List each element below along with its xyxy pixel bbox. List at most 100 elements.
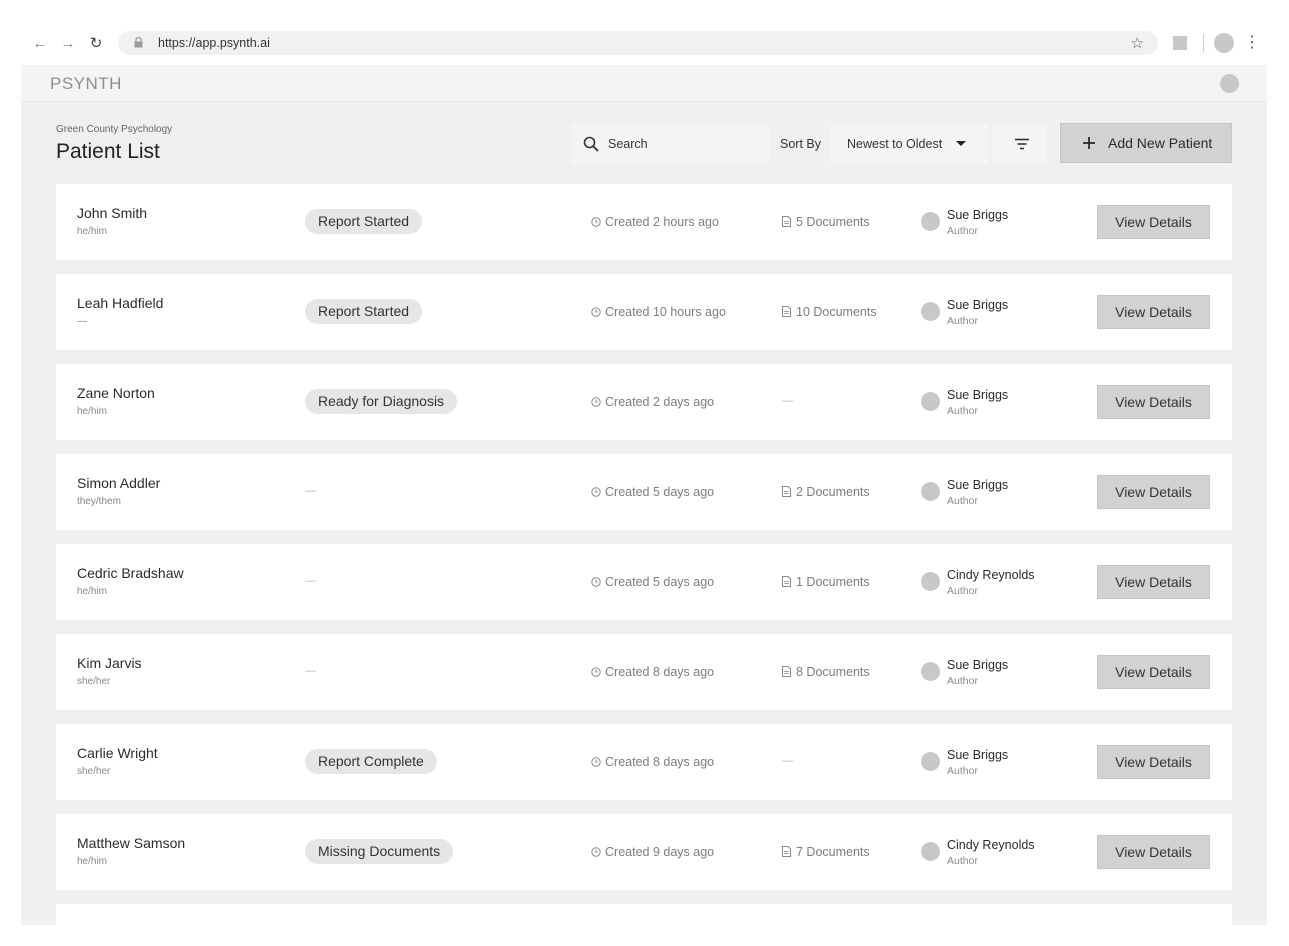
forward-arrow-icon[interactable]: → <box>54 29 82 57</box>
status-badge: Report Started <box>305 299 423 324</box>
patient-row: Carlie Wright she/her Report Complete Cr… <box>56 724 1232 800</box>
patient-name[interactable]: Kim Jarvis <box>77 655 142 671</box>
patient-pronouns: he/him <box>77 856 108 867</box>
documents-text: 5 Documents <box>796 215 870 229</box>
author-name: Sue Briggs <box>947 658 1009 672</box>
app-logo[interactable]: PSYNTH <box>50 74 122 94</box>
browser-menu-icon[interactable]: ⋮ <box>1244 32 1260 52</box>
documents-text: 8 Documents <box>796 665 870 679</box>
clock-icon <box>591 577 601 587</box>
plus-icon <box>1083 137 1095 149</box>
view-details-button[interactable]: View Details <box>1097 385 1210 419</box>
author-name: Sue Briggs <box>947 478 1009 492</box>
status-badge: — <box>305 665 316 677</box>
patient-pronouns: — <box>77 316 87 327</box>
document-icon <box>782 846 791 857</box>
patient-row: John Smith he/him Report Started Created… <box>56 184 1232 260</box>
document-icon <box>782 216 791 227</box>
documents-count: 7 Documents <box>782 845 870 859</box>
documents-count: 2 Documents <box>782 485 870 499</box>
search-placeholder: Search <box>608 137 648 151</box>
user-avatar[interactable] <box>1220 74 1239 93</box>
author-avatar <box>921 752 940 771</box>
address-bar[interactable]: https://app.psynth.ai ☆ <box>118 31 1158 55</box>
app-header: PSYNTH <box>21 65 1267 102</box>
documents-text: — <box>782 755 793 767</box>
created-text: Created 10 hours ago <box>605 305 726 319</box>
author-role: Author <box>947 405 978 417</box>
patient-name[interactable]: Simon Addler <box>77 475 160 491</box>
documents-count: — <box>782 755 793 767</box>
url-text: https://app.psynth.ai <box>158 36 270 50</box>
lock-icon <box>134 37 143 48</box>
created-text: Created 5 days ago <box>605 485 715 499</box>
author-role: Author <box>947 675 978 687</box>
patient-name[interactable]: John Smith <box>77 205 147 221</box>
sort-dropdown[interactable]: Newest to Oldest <box>829 125 988 163</box>
view-details-button[interactable]: View Details <box>1097 835 1210 869</box>
patient-row: Leah Hadfield — Report Started Created 1… <box>56 274 1232 350</box>
patient-row-partial <box>56 904 1232 925</box>
documents-count: 1 Documents <box>782 575 870 589</box>
back-arrow-icon[interactable]: ← <box>26 29 54 57</box>
filter-button[interactable] <box>998 125 1046 163</box>
status-badge: — <box>305 485 316 497</box>
patient-name[interactable]: Carlie Wright <box>77 745 158 761</box>
document-icon <box>782 306 791 317</box>
documents-text: 2 Documents <box>796 485 870 499</box>
patient-pronouns: she/her <box>77 766 111 777</box>
toolbar-divider <box>1203 34 1204 52</box>
clock-icon <box>591 487 601 497</box>
caret-down-icon <box>956 141 966 146</box>
documents-count: 10 Documents <box>782 305 877 319</box>
author-avatar <box>921 662 940 681</box>
clock-icon <box>591 847 601 857</box>
patient-name[interactable]: Leah Hadfield <box>77 295 163 311</box>
created-time: Created 9 days ago <box>591 845 714 859</box>
view-details-button[interactable]: View Details <box>1097 745 1210 779</box>
view-details-button[interactable]: View Details <box>1097 565 1210 599</box>
patient-name[interactable]: Matthew Samson <box>77 835 185 851</box>
documents-text: 1 Documents <box>796 575 870 589</box>
extension-icon[interactable] <box>1173 36 1187 50</box>
patient-pronouns: they/them <box>77 496 121 507</box>
documents-text: 7 Documents <box>796 845 870 859</box>
created-time: Created 8 days ago <box>591 755 714 769</box>
add-new-patient-button[interactable]: Add New Patient <box>1060 123 1232 163</box>
created-text: Created 8 days ago <box>605 755 715 769</box>
bookmark-star-icon[interactable]: ☆ <box>1131 34 1144 52</box>
browser-profile-avatar[interactable] <box>1214 33 1234 53</box>
created-time: Created 8 days ago <box>591 665 714 679</box>
created-text: Created 5 days ago <box>605 575 715 589</box>
author-avatar <box>921 212 940 231</box>
author-role: Author <box>947 225 978 237</box>
documents-text: 10 Documents <box>796 305 877 319</box>
author-avatar <box>921 302 940 321</box>
view-details-button[interactable]: View Details <box>1097 475 1210 509</box>
patient-name[interactable]: Zane Norton <box>77 385 155 401</box>
clock-icon <box>591 397 601 407</box>
patient-pronouns: she/her <box>77 676 111 687</box>
patient-row: Kim Jarvis she/her — Created 8 days ago … <box>56 634 1232 710</box>
created-text: Created 8 days ago <box>605 665 715 679</box>
reload-icon[interactable]: ↻ <box>82 29 110 57</box>
author-role: Author <box>947 495 978 507</box>
patient-name[interactable]: Cedric Bradshaw <box>77 565 184 581</box>
view-details-button[interactable]: View Details <box>1097 295 1210 329</box>
view-details-button[interactable]: View Details <box>1097 205 1210 239</box>
filter-icon <box>1015 138 1029 150</box>
author-role: Author <box>947 765 978 777</box>
documents-text: — <box>782 395 793 407</box>
created-text: Created 2 hours ago <box>605 215 719 229</box>
author-role: Author <box>947 315 978 327</box>
author-name: Sue Briggs <box>947 748 1009 762</box>
organization-name: Green County Psychology <box>56 124 173 135</box>
author-avatar <box>921 842 940 861</box>
patient-row: Zane Norton he/him Ready for Diagnosis C… <box>56 364 1232 440</box>
sort-value: Newest to Oldest <box>847 137 943 151</box>
clock-icon <box>591 667 601 677</box>
document-icon <box>782 666 791 677</box>
view-details-button[interactable]: View Details <box>1097 655 1210 689</box>
search-input[interactable]: Search <box>572 125 770 163</box>
author-role: Author <box>947 855 978 867</box>
